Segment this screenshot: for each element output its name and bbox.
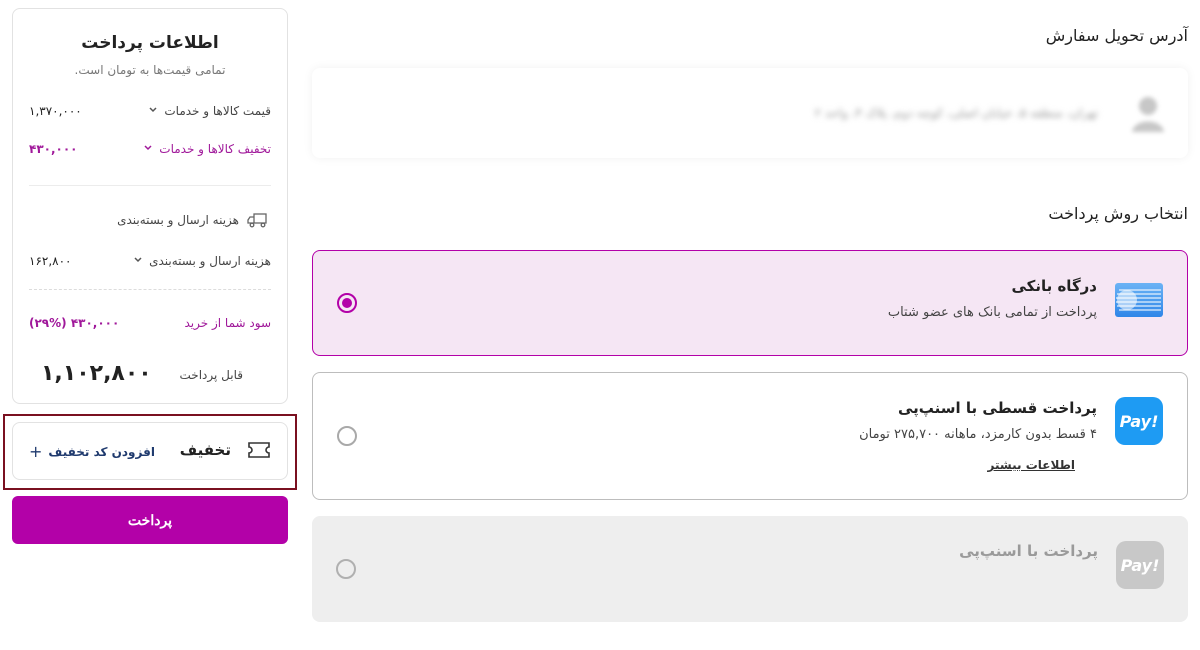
chevron-down-icon[interactable] — [143, 144, 153, 155]
payment-option-snappay-installments[interactable]: Pay! پرداخت قسطی با اسنپ‌پی ۴ قسط بدون ک… — [312, 372, 1188, 500]
summary-subtitle: تمامی قیمت‌ها به تومان است. — [74, 63, 226, 77]
summary-title: اطلاعات پرداخت — [81, 33, 219, 53]
payment-method-heading: انتخاب روش پرداخت — [1048, 204, 1188, 223]
radio-selected[interactable] — [337, 293, 357, 313]
shipping-label: هزینه ارسال و بسته‌بندی — [149, 254, 271, 268]
user-icon — [1130, 94, 1166, 134]
goods-price-value: ۱,۳۷۰,۰۰۰ — [29, 104, 82, 118]
payment-summary-card: اطلاعات پرداخت تمامی قیمت‌ها به تومان اس… — [12, 8, 288, 404]
highlight-frame — [3, 414, 297, 490]
chevron-down-icon[interactable] — [133, 256, 143, 267]
option-title: درگاه بانکی — [1011, 277, 1097, 295]
radio-unselected[interactable] — [337, 426, 357, 446]
profit-value: ۴۳۰,۰۰۰ (۲۹%) — [29, 316, 120, 330]
goods-discount-label: تخفیف کالاها و خدمات — [159, 142, 271, 156]
goods-price-row[interactable]: ۱,۳۷۰,۰۰۰ قیمت کالاها و خدمات — [29, 101, 271, 121]
option-title: پرداخت با اسنپ‌پی — [959, 542, 1098, 560]
goods-price-label: قیمت کالاها و خدمات — [164, 104, 271, 118]
snappay-icon: Pay! — [1115, 397, 1163, 445]
address-text: تهران، منطقه ۵، خیابان اصلی، کوچه دوم، پ… — [814, 106, 1098, 120]
profit-label: سود شما از خرید — [184, 316, 272, 330]
divider — [29, 185, 271, 186]
shipping-header: هزینه ارسال و بسته‌بندی — [117, 212, 271, 228]
payment-option-snappay: Pay! پرداخت با اسنپ‌پی — [312, 516, 1188, 622]
shipping-value: ۱۶۲,۸۰۰ — [29, 254, 72, 268]
chevron-down-icon[interactable] — [148, 106, 158, 117]
payable-amount: ۱,۱۰۲,۸۰۰ — [41, 361, 152, 386]
payable-label: قابل پرداخت — [179, 368, 243, 382]
pay-button[interactable]: پرداخت — [12, 496, 288, 544]
address-card[interactable]: تهران، منطقه ۵، خیابان اصلی، کوچه دوم، پ… — [312, 68, 1188, 158]
shipping-header-label: هزینه ارسال و بسته‌بندی — [117, 213, 239, 227]
more-info-link[interactable]: اطلاعات بیشتر — [988, 458, 1075, 472]
truck-icon — [247, 212, 271, 228]
shipping-row[interactable]: ۱۶۲,۸۰۰ هزینه ارسال و بسته‌بندی — [29, 251, 271, 271]
profit-row: ۴۳۰,۰۰۰ (۲۹%) سود شما از خرید — [29, 313, 271, 333]
bank-card-icon — [1115, 283, 1163, 317]
payment-option-bank-gateway[interactable]: درگاه بانکی پرداخت از تمامی بانک های عضو… — [312, 250, 1188, 356]
divider — [29, 289, 271, 290]
address-heading: آدرس تحویل سفارش — [1045, 26, 1188, 45]
radio-disabled — [336, 559, 356, 579]
option-title: پرداخت قسطی با اسنپ‌پی — [898, 399, 1097, 417]
option-description: ۴ قسط بدون کارمزد، ماهانه ۲۷۵,۷۰۰ تومان — [859, 427, 1097, 442]
goods-discount-value: ۴۳۰,۰۰۰ — [29, 142, 78, 156]
snappay-icon: Pay! — [1116, 541, 1164, 589]
option-description: پرداخت از تمامی بانک های عضو شتاب — [887, 305, 1097, 320]
goods-discount-row[interactable]: ۴۳۰,۰۰۰ تخفیف کالاها و خدمات — [29, 139, 271, 159]
